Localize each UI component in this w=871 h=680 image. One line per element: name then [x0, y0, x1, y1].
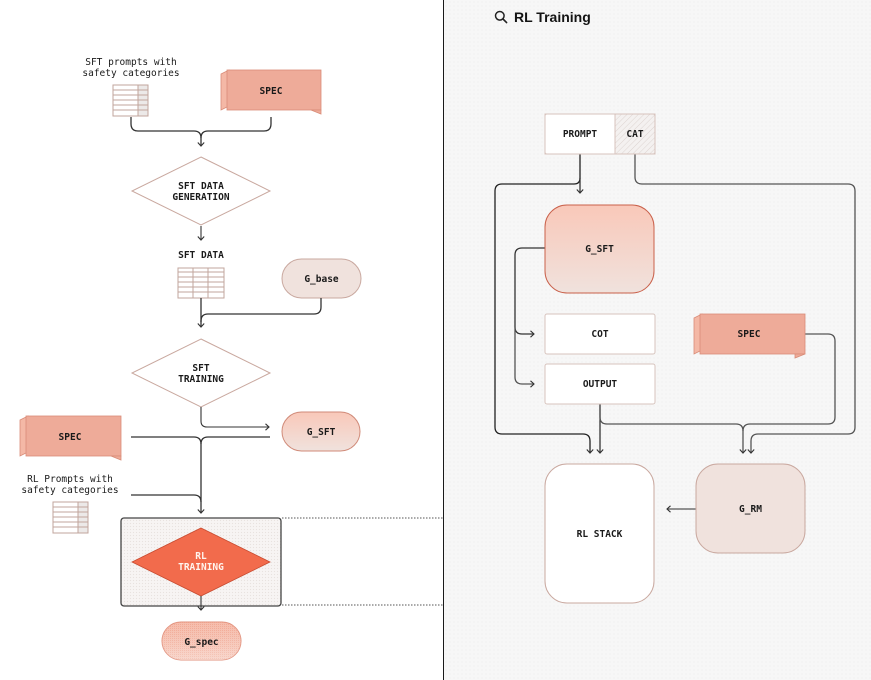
g-sft-left-label: G_SFT: [307, 427, 336, 438]
sft-prompts-label: SFT prompts with safety categories: [82, 57, 179, 79]
rl-stack-node[interactable]: RL STACK: [544, 463, 655, 604]
rl-prompts-label: RL Prompts with safety categories: [21, 474, 118, 496]
g-base-label: G_base: [304, 274, 339, 285]
g-rm-label: G_RM: [739, 504, 762, 515]
prompt-cat-input[interactable]: PROMPT CAT: [544, 113, 656, 155]
g-spec-node[interactable]: G_spec: [161, 621, 242, 661]
cot-label: COT: [591, 329, 608, 340]
output-label: OUTPUT: [583, 379, 618, 390]
output-node[interactable]: OUTPUT: [544, 363, 656, 405]
g-spec-label: G_spec: [184, 637, 218, 648]
spec-banner-bottom-label: SPEC: [59, 432, 82, 443]
diagram-canvas: SFT prompts with safety categories SPEC …: [19, 57, 856, 661]
zoom-guide-lines: [282, 517, 443, 606]
rl-prompts-label-line2: safety categories: [21, 485, 118, 496]
cat-label: CAT: [626, 129, 643, 140]
connector-sftdata-gbase-to-training: [197, 298, 322, 328]
sft-prompts-label-line2: safety categories: [82, 68, 179, 79]
sft-data-label: SFT DATA: [178, 250, 224, 261]
sft-prompts-label-line1: SFT prompts with: [85, 57, 177, 68]
sft-data-generation-line1: SFT DATA: [178, 181, 224, 192]
spec-banner-top[interactable]: SPEC: [220, 69, 322, 115]
sft-training-line1: SFT: [192, 363, 209, 374]
sft-data-generation-node[interactable]: SFT DATA GENERATION: [130, 156, 272, 226]
rl-stack-label: RL STACK: [577, 529, 623, 540]
prompt-label: PROMPT: [563, 129, 598, 140]
g-sft-node-right[interactable]: G_SFT: [544, 204, 655, 294]
sft-prompts-table-icon: [112, 84, 149, 117]
g-base-node[interactable]: G_base: [281, 258, 362, 299]
connector-to-rl-training: [131, 436, 270, 514]
g-sft-node-left[interactable]: G_SFT: [281, 411, 361, 452]
sft-training-node[interactable]: SFT TRAINING: [130, 338, 272, 408]
g-sft-right-label: G_SFT: [585, 244, 614, 255]
spec-banner-top-label: SPEC: [260, 86, 283, 97]
spec-banner-bottom[interactable]: SPEC: [19, 415, 122, 461]
rl-prompts-label-line1: RL Prompts with: [27, 474, 113, 485]
spec-banner-right[interactable]: SPEC: [693, 313, 806, 359]
rl-training-line2: TRAINING: [178, 562, 224, 573]
cot-node[interactable]: COT: [544, 313, 656, 355]
connector-inputs-to-datagen: [130, 117, 272, 147]
spec-right-label: SPEC: [738, 329, 761, 340]
sft-data-generation-line2: GENERATION: [172, 192, 229, 203]
sft-training-line2: TRAINING: [178, 374, 224, 385]
arrow-training-to-gsft: [200, 407, 270, 431]
rl-prompts-table-icon: [52, 501, 89, 534]
g-rm-node[interactable]: G_RM: [695, 463, 806, 554]
sft-data-table-icon: [177, 267, 225, 299]
rl-training-line1: RL: [195, 551, 207, 562]
